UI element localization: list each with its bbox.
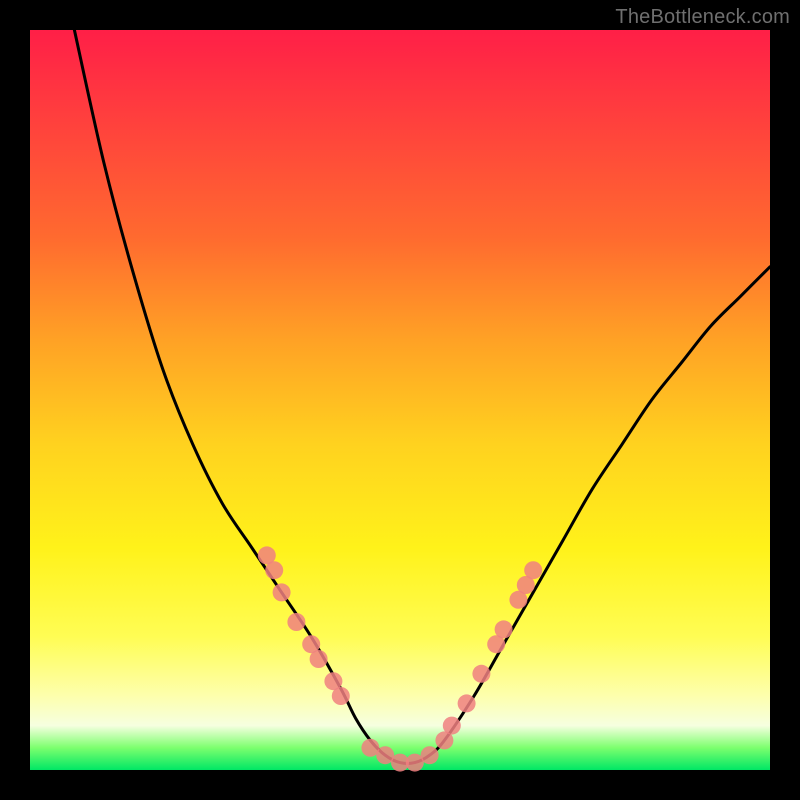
marker-dot <box>310 650 328 668</box>
marker-dot <box>495 620 513 638</box>
plot-area <box>30 30 770 770</box>
marker-dot <box>458 694 476 712</box>
marker-dot <box>265 561 283 579</box>
watermark-label: TheBottleneck.com <box>615 6 790 29</box>
chart-svg <box>30 30 770 770</box>
chart-frame: TheBottleneck.com <box>0 0 800 800</box>
marker-dot <box>273 583 291 601</box>
marker-dot <box>421 746 439 764</box>
marker-dot <box>524 561 542 579</box>
marker-dot <box>472 665 490 683</box>
highlighted-points <box>258 546 542 771</box>
marker-dot <box>332 687 350 705</box>
marker-dot <box>287 613 305 631</box>
bottleneck-curve <box>74 30 770 764</box>
marker-dot <box>443 717 461 735</box>
